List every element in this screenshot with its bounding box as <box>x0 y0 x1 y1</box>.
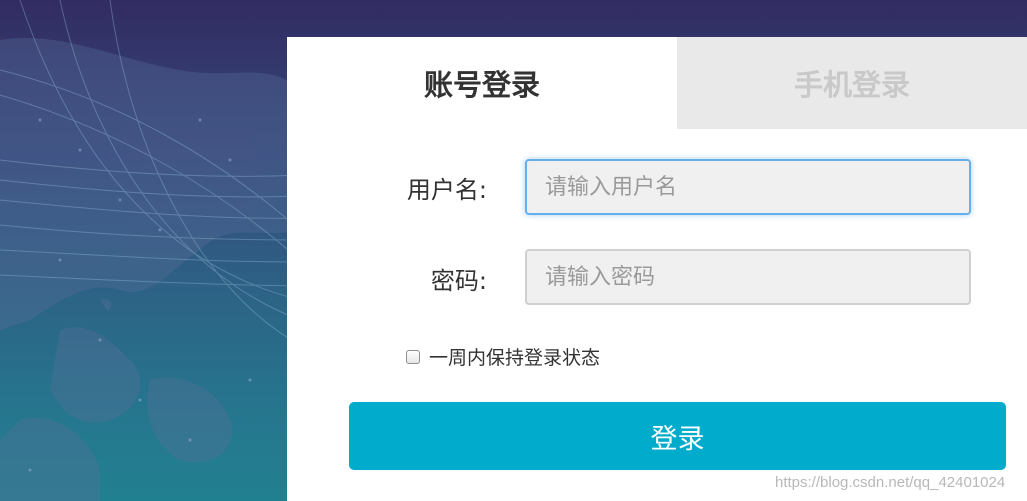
username-input[interactable] <box>525 159 971 215</box>
tab-phone-login[interactable]: 手机登录 <box>677 37 1027 129</box>
login-button[interactable]: 登录 <box>349 402 1006 470</box>
remember-me[interactable]: 一周内保持登录状态 <box>406 343 600 370</box>
watermark-text: https://blog.csdn.net/qq_42401024 <box>775 474 1006 491</box>
remember-checkbox[interactable] <box>406 349 420 364</box>
remember-label: 一周内保持登录状态 <box>429 347 601 369</box>
username-label: 用户名: <box>406 176 487 204</box>
login-panel: 账号登录 手机登录 用户名: 密码: 一周内保持登录状态 登录 <box>287 37 1027 501</box>
password-label: 密码: <box>430 267 487 295</box>
tab-account-login[interactable]: 账号登录 <box>287 37 677 129</box>
password-input[interactable] <box>525 249 971 305</box>
